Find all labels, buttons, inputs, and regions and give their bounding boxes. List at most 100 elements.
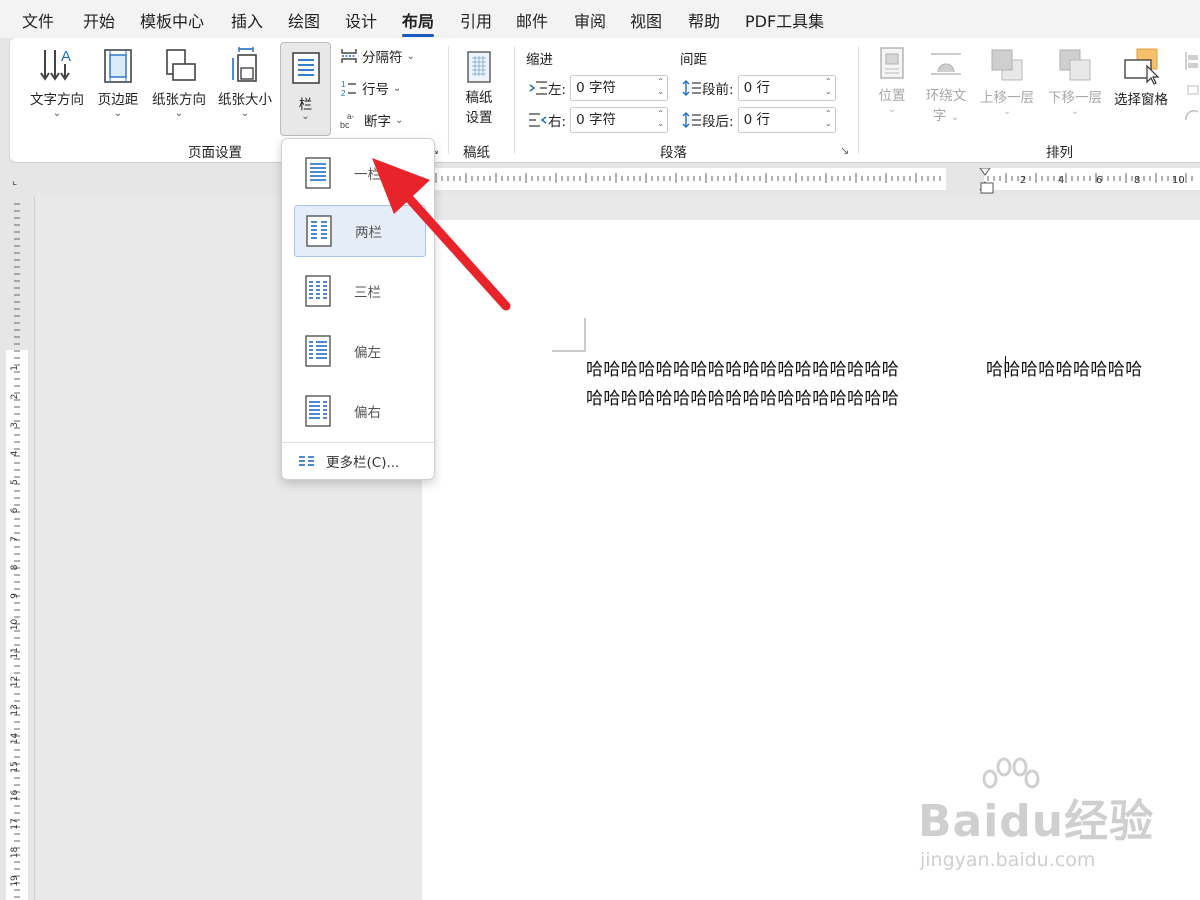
bring-forward-label: 上移一层 [980, 90, 1034, 106]
ruler-label: 8 [10, 564, 20, 570]
columns-option-right-label: 偏右 [354, 405, 381, 421]
spacing-after-control: 段后: 0 行 ⌃ ⌄ [682, 107, 836, 133]
margins-button[interactable]: 页边距 ⌄ [94, 46, 142, 120]
hyphenation-icon: a- bc [340, 112, 354, 129]
size-button[interactable]: 纸张大小 ⌄ [214, 46, 276, 120]
tab-design[interactable]: 设计 [345, 8, 377, 32]
selection-pane-label: 选择窗格 [1114, 92, 1168, 108]
wrap-text-button[interactable]: 环绕文 字 ⌄ [920, 46, 972, 124]
selection-pane-button[interactable]: 选择窗格 [1110, 46, 1172, 108]
left-column-icon [305, 335, 331, 367]
spinner-icon[interactable]: ⌃ ⌄ [657, 109, 664, 129]
ruler-label: 10 [1172, 175, 1185, 186]
margins-icon [104, 49, 132, 83]
indent-right-label: 右: [548, 114, 567, 130]
tab-pdf-tools[interactable]: PDF工具集 [745, 8, 824, 32]
send-backward-label: 下移一层 [1048, 90, 1102, 106]
tab-mailings[interactable]: 邮件 [516, 8, 548, 32]
spinner-icon[interactable]: ⌃ ⌄ [825, 77, 832, 97]
text-direction-label: 文字方向 [30, 92, 84, 108]
paragraph-group-label: 段落 [660, 145, 687, 161]
right-column-icon [305, 395, 331, 427]
chevron-down-icon: ⌄ [301, 111, 310, 122]
spacing-before-input[interactable]: 0 行 ⌃ ⌄ [737, 75, 836, 101]
text-direction-icon: A [40, 48, 71, 81]
tab-draw[interactable]: 绘图 [288, 8, 320, 32]
tab-view[interactable]: 视图 [630, 8, 662, 32]
indent-title: 缩进 [526, 52, 553, 68]
tab-help[interactable]: 帮助 [688, 8, 720, 32]
chevron-down-icon: ⌄ [406, 50, 415, 62]
columns-option-right[interactable]: 偏右 [294, 385, 426, 437]
ruler-label: 12 [10, 676, 20, 687]
document-line[interactable]: 哈哈哈哈哈哈哈哈哈 [986, 355, 1143, 380]
spacing-before-value: 0 行 [743, 80, 770, 96]
spinner-icon[interactable]: ⌃ ⌄ [825, 109, 832, 129]
columns-option-left[interactable]: 偏左 [294, 325, 426, 377]
horizontal-ruler[interactable]: 2 4 6 8 10 [432, 168, 1200, 190]
tab-review[interactable]: 审阅 [574, 8, 606, 32]
position-button[interactable]: 位置 ⌄ [872, 46, 912, 116]
svg-text:1: 1 [341, 80, 346, 89]
spacing-before-control: 段前: 0 行 ⌃ ⌄ [682, 75, 836, 101]
menu-bar: 文件 开始 模板中心 插入 绘图 设计 布局 引用 邮件 审阅 视图 帮助 PD… [0, 0, 1200, 38]
tab-home[interactable]: 开始 [83, 8, 115, 32]
line-numbers-button[interactable]: 1 2 行号 ⌄ [340, 78, 401, 98]
hyphenation-button[interactable]: a- bc 断字 ⌄ [340, 110, 403, 130]
indent-left-label: 左: [548, 82, 567, 98]
wrap-text-icon [931, 53, 961, 75]
left-indent-marker[interactable] [980, 182, 994, 196]
spacing-after-value: 0 行 [743, 112, 770, 128]
columns-button[interactable]: 栏 ⌄ [280, 42, 331, 136]
tab-stop-selector-icon[interactable]: ⌞ [12, 174, 17, 187]
arrange-group-label: 排列 [1046, 145, 1073, 161]
tab-references[interactable]: 引用 [460, 8, 492, 32]
align-icon[interactable] [1180, 50, 1200, 130]
spinner-icon[interactable]: ⌃ ⌄ [657, 77, 664, 97]
bring-forward-button[interactable]: 上移一层 ⌄ [976, 46, 1038, 118]
indent-right-value: 0 字符 [576, 112, 616, 128]
group-divider [448, 46, 449, 154]
wrap-text-label-2: 字 [932, 108, 947, 124]
selection-pane-icon [1124, 48, 1160, 85]
ruler-label: 15 [10, 761, 20, 772]
bring-forward-icon [991, 49, 1023, 81]
tab-insert[interactable]: 插入 [231, 8, 263, 32]
indent-left-icon [529, 81, 547, 95]
size-label: 纸张大小 [218, 92, 272, 108]
document-line[interactable]: 哈哈哈哈哈哈哈哈哈哈哈哈哈哈哈哈哈哈 [586, 355, 899, 380]
document-line[interactable]: 哈哈哈哈哈哈哈哈哈哈哈哈哈哈哈哈哈哈 [586, 384, 899, 409]
ruler-label: 7 [10, 536, 20, 542]
ruler-label: 6 [10, 507, 20, 513]
tab-templates[interactable]: 模板中心 [140, 8, 204, 32]
wrap-text-label-2-row: 字 ⌄ [920, 104, 972, 124]
more-columns-item[interactable]: 更多栏(C)... [298, 451, 399, 471]
send-backward-button[interactable]: 下移一层 ⌄ [1044, 46, 1106, 118]
manuscript-setup-button[interactable]: 稿纸 设置 [456, 50, 502, 126]
one-column-icon [305, 157, 331, 189]
spacing-title: 间距 [680, 52, 707, 68]
ruler-label: 6 [1096, 175, 1102, 186]
indent-right-input[interactable]: 0 字符 ⌃ ⌄ [570, 107, 669, 133]
columns-option-left-label: 偏左 [354, 345, 381, 361]
chevron-down-icon: ⌄ [393, 82, 402, 94]
manuscript-label-2: 设置 [465, 110, 493, 126]
chevron-down-icon: ⌄ [1002, 106, 1012, 117]
menu-divider [282, 442, 434, 443]
indent-left-input[interactable]: 0 字符 ⌃ ⌄ [570, 75, 669, 101]
more-columns-icon [299, 456, 314, 466]
group-divider [858, 46, 859, 154]
breaks-button[interactable]: 分隔符 ⌄ [340, 46, 415, 66]
vertical-ruler[interactable]: 12345678910111213141516171819 [6, 200, 28, 900]
tab-file[interactable]: 文件 [22, 8, 54, 32]
paragraph-launcher-icon[interactable]: ↘ [840, 144, 849, 157]
columns-label: 栏 [298, 97, 313, 113]
orientation-button[interactable]: 纸张方向 ⌄ [148, 46, 210, 120]
spacing-after-input[interactable]: 0 行 ⌃ ⌄ [737, 107, 836, 133]
spacing-before-label: 段前: [702, 82, 734, 98]
tab-layout[interactable]: 布局 [402, 8, 435, 37]
ruler-label: 10 [10, 619, 20, 631]
spacing-after-icon [682, 112, 701, 128]
chevron-down-icon: ⌄ [395, 114, 404, 126]
text-direction-button[interactable]: A 文字方向 ⌄ [26, 46, 88, 120]
